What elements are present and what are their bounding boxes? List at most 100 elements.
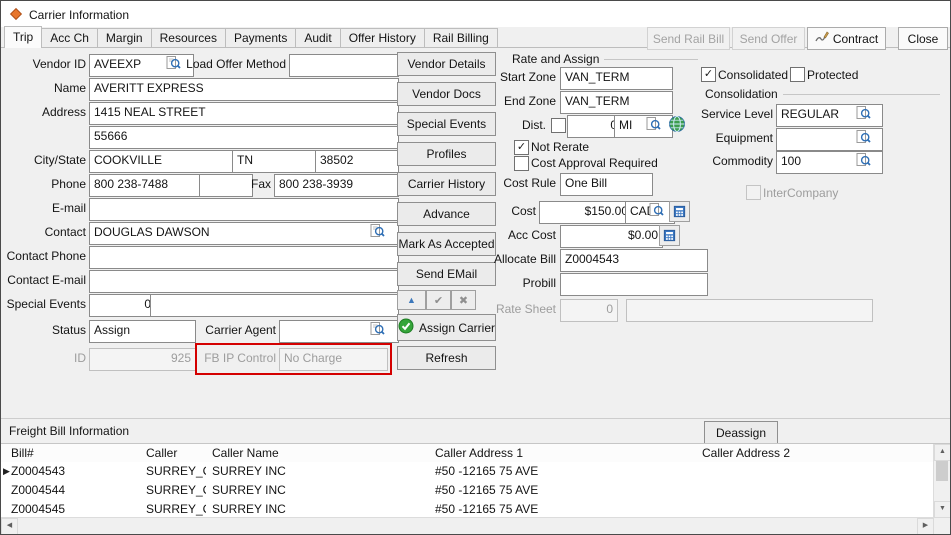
id-label: ID bbox=[1, 351, 86, 365]
freight-bill-header-bar: Freight Bill Information Deassign bbox=[1, 418, 950, 444]
send-offer-button: Send Offer bbox=[732, 27, 805, 50]
freight-bill-title: Freight Bill Information bbox=[9, 424, 129, 438]
start-zone-field[interactable]: VAN_TERM bbox=[560, 67, 673, 90]
rate-sheet-number-field: 0 bbox=[560, 299, 618, 322]
cost-calculator-button[interactable] bbox=[669, 201, 690, 222]
status-label: Status bbox=[1, 323, 86, 337]
address2-field[interactable]: 55666 bbox=[89, 126, 399, 149]
dist-checkbox[interactable] bbox=[551, 118, 566, 133]
special-events-label: Special Events bbox=[1, 297, 86, 311]
load-offer-method-combo[interactable] bbox=[289, 54, 399, 77]
column-header-caller-address-1[interactable]: Caller Address 1 bbox=[435, 446, 523, 460]
city-field[interactable]: COOKVILLE bbox=[89, 150, 239, 173]
scroll-down-icon: ▼ bbox=[939, 505, 946, 512]
table-row[interactable]: ▶ Z0004543 SURREY_CU SURREY INC #50 -121… bbox=[1, 462, 934, 482]
scroll-left-button[interactable]: ◀ bbox=[1, 518, 18, 535]
acc-cost-label: Acc Cost bbox=[456, 228, 556, 242]
tab-margin[interactable]: Margin bbox=[97, 28, 152, 48]
deassign-label: Deassign bbox=[716, 426, 766, 440]
zip-field[interactable]: 38502 bbox=[315, 150, 399, 173]
allocate-bill-label: Allocate Bill bbox=[456, 252, 556, 266]
profiles-button[interactable]: Profiles bbox=[397, 142, 496, 166]
cost-field[interactable]: $150.00 bbox=[539, 201, 633, 224]
special-events-text-field[interactable] bbox=[150, 294, 399, 317]
assign-carrier-button[interactable]: Assign Carrier bbox=[397, 314, 496, 341]
tab-audit[interactable]: Audit bbox=[295, 28, 340, 48]
service-level-lookup-icon[interactable] bbox=[856, 105, 872, 121]
cell-bill: Z0004544 bbox=[11, 483, 139, 497]
currency-lookup-icon[interactable] bbox=[649, 202, 665, 218]
tab-resources[interactable]: Resources bbox=[151, 28, 226, 48]
contact-field[interactable]: DOUGLAS DAWSON bbox=[89, 222, 399, 245]
acc-cost-calculator-button[interactable] bbox=[659, 225, 680, 246]
contact-email-field[interactable] bbox=[89, 270, 399, 293]
dist-label: Dist. bbox=[456, 118, 546, 132]
start-zone-label: Start Zone bbox=[456, 70, 556, 84]
tab-offer-history[interactable]: Offer History bbox=[340, 28, 425, 48]
scrollbar-corner bbox=[934, 518, 950, 534]
status-field[interactable]: Assign bbox=[89, 320, 196, 343]
protected-checkbox[interactable] bbox=[790, 67, 805, 82]
special-events-count-field[interactable]: 0 bbox=[89, 294, 156, 317]
cell-caller-address-1: #50 -12165 75 AVE bbox=[435, 483, 693, 497]
column-header-caller[interactable]: Caller bbox=[146, 446, 177, 460]
name-field[interactable]: AVERITT EXPRESS bbox=[89, 78, 399, 101]
assign-carrier-check-icon bbox=[398, 318, 414, 337]
column-header-caller-address-2[interactable]: Caller Address 2 bbox=[702, 446, 790, 460]
tab-trip[interactable]: Trip bbox=[4, 26, 42, 48]
contract-button[interactable]: Contract bbox=[807, 27, 886, 50]
consolidation-header: Consolidation bbox=[705, 87, 940, 101]
state-field[interactable]: TN bbox=[232, 150, 322, 173]
phone-field[interactable]: 800 238-7488 bbox=[89, 174, 206, 197]
table-row[interactable]: Z0004544 SURREY_CU SURREY INC #50 -12165… bbox=[1, 481, 934, 501]
scroll-thumb[interactable] bbox=[936, 461, 948, 481]
refresh-button[interactable]: Refresh bbox=[397, 346, 496, 370]
allocate-bill-field[interactable]: Z0004543 bbox=[560, 249, 708, 272]
tab-rail-billing[interactable]: Rail Billing bbox=[424, 28, 498, 48]
close-label: Close bbox=[908, 32, 939, 46]
send-rail-bill-label: Send Rail Bill bbox=[653, 32, 724, 46]
rate-sheet-label: Rate Sheet bbox=[456, 302, 556, 316]
contact-phone-field[interactable] bbox=[89, 246, 399, 269]
scroll-up-button[interactable]: ▲ bbox=[934, 444, 951, 461]
acc-cost-field[interactable]: $0.00 bbox=[560, 225, 663, 248]
row-selector-icon: ▶ bbox=[3, 466, 10, 477]
fb-ip-control-combo: No Charge bbox=[279, 348, 388, 371]
grid-header-row: Bill# Caller Caller Name Caller Address … bbox=[1, 444, 934, 463]
consolidated-checkbox[interactable]: ✓ bbox=[701, 67, 716, 82]
email-field[interactable] bbox=[89, 198, 399, 221]
not-rerate-checkbox[interactable]: ✓ bbox=[514, 140, 529, 155]
scroll-up-icon: ▲ bbox=[939, 448, 946, 455]
probill-label: Probill bbox=[456, 276, 556, 290]
calculator-icon bbox=[663, 229, 676, 242]
contact-lookup-icon[interactable] bbox=[370, 223, 386, 239]
fax-field[interactable]: 800 238-3939 bbox=[274, 174, 399, 197]
intercompany-label: InterCompany bbox=[763, 186, 838, 200]
scroll-down-button[interactable]: ▼ bbox=[934, 501, 951, 518]
address-label: Address bbox=[1, 105, 86, 119]
cell-caller-address-1: #50 -12165 75 AVE bbox=[435, 502, 693, 516]
close-button[interactable]: Close bbox=[898, 27, 948, 50]
scroll-right-button[interactable]: ▶ bbox=[917, 518, 934, 535]
tab-payments[interactable]: Payments bbox=[225, 28, 296, 48]
tab-acc-ch[interactable]: Acc Ch bbox=[41, 28, 98, 48]
cost-approval-checkbox[interactable] bbox=[514, 156, 529, 171]
cell-caller: SURREY_CU bbox=[146, 502, 206, 516]
column-header-caller-name[interactable]: Caller Name bbox=[212, 446, 279, 460]
cost-rule-combo[interactable]: One Bill bbox=[560, 173, 653, 196]
horizontal-scrollbar[interactable]: ◀ ▶ bbox=[1, 517, 934, 534]
carrier-information-window: Carrier Information Trip Acc Ch Margin R… bbox=[0, 0, 951, 535]
app-icon bbox=[9, 7, 23, 21]
equipment-lookup-icon[interactable] bbox=[856, 129, 872, 145]
vertical-scrollbar[interactable]: ▲ ▼ bbox=[933, 444, 950, 518]
address1-field[interactable]: 1415 NEAL STREET bbox=[89, 102, 399, 125]
probill-field[interactable] bbox=[560, 273, 708, 296]
vendor-id-lookup-icon[interactable] bbox=[166, 55, 182, 71]
deassign-button[interactable]: Deassign bbox=[704, 421, 778, 444]
commodity-lookup-icon[interactable] bbox=[856, 152, 872, 168]
move-up-button[interactable]: ▲ bbox=[397, 290, 426, 310]
carrier-agent-lookup-icon[interactable] bbox=[370, 321, 386, 337]
name-label: Name bbox=[1, 81, 86, 95]
column-header-bill[interactable]: Bill# bbox=[11, 446, 34, 460]
profiles-label: Profiles bbox=[426, 147, 466, 161]
